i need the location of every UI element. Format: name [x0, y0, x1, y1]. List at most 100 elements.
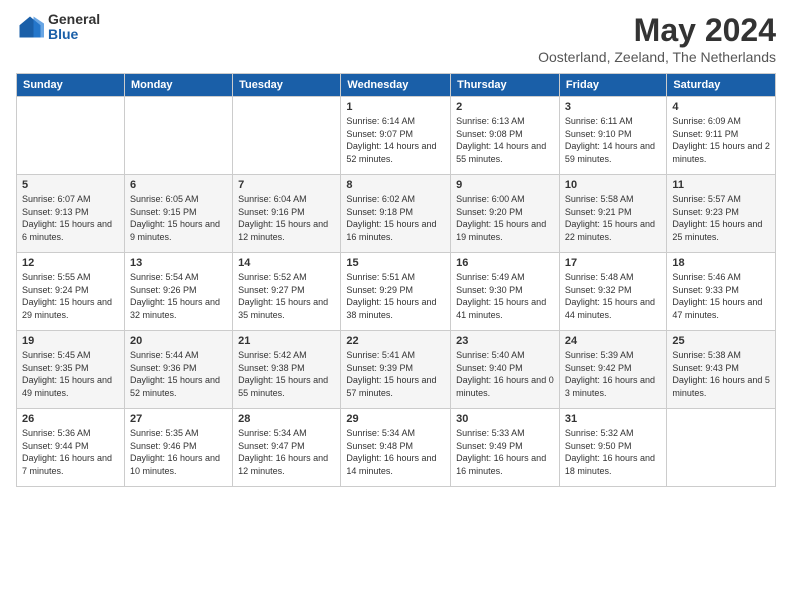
calendar-cell: [124, 97, 232, 175]
day-number: 3: [565, 101, 661, 113]
day-number: 25: [672, 335, 770, 347]
day-number: 24: [565, 335, 661, 347]
weekday-header: Thursday: [451, 74, 560, 97]
day-info: Sunrise: 5:58 AM Sunset: 9:21 PM Dayligh…: [565, 193, 661, 243]
weekday-header: Sunday: [17, 74, 125, 97]
calendar-cell: 21Sunrise: 5:42 AM Sunset: 9:38 PM Dayli…: [233, 331, 341, 409]
calendar-cell: 25 Sunrise: 5:38 AM Sunset: 9:43 PM Dayli…: [667, 331, 776, 409]
day-number: 10: [565, 179, 661, 191]
calendar-week-row: 19Sunrise: 5:45 AM Sunset: 9:35 PM Dayli…: [17, 331, 776, 409]
calendar-cell: 12 Sunrise: 5:55 AM Sunset: 9:24 PM Dayli…: [17, 253, 125, 331]
calendar-cell: 23 Sunrise: 5:40 AM Sunset: 9:40 PM Dayli…: [451, 331, 560, 409]
calendar-week-row: 1Sunrise: 6:14 AM Sunset: 9:07 PM Daylig…: [17, 97, 776, 175]
calendar-cell: 20 Sunrise: 5:44 AM Sunset: 9:36 PM Dayli…: [124, 331, 232, 409]
day-number: 12: [22, 257, 119, 269]
subtitle: Oosterland, Zeeland, The Netherlands: [538, 49, 776, 65]
calendar-week-row: 26 Sunrise: 5:36 AM Sunset: 9:44 PM Dayli…: [17, 409, 776, 487]
day-info: Sunrise: 5:55 AM Sunset: 9:24 PM Dayligh…: [22, 271, 119, 321]
day-number: 8: [346, 179, 445, 191]
calendar-cell: 11 Sunrise: 5:57 AM Sunset: 9:23 PM Dayli…: [667, 175, 776, 253]
calendar-cell: 6Sunrise: 6:05 AM Sunset: 9:15 PM Daylig…: [124, 175, 232, 253]
day-number: 7: [238, 179, 335, 191]
day-info: Sunrise: 6:02 AM Sunset: 9:18 PM Dayligh…: [346, 193, 445, 243]
day-info: Sunrise: 5:49 AM Sunset: 9:30 PM Dayligh…: [456, 271, 554, 321]
day-number: 31: [565, 413, 661, 425]
logo-blue-text: Blue: [48, 27, 100, 42]
day-info: Sunrise: 6:14 AM Sunset: 9:07 PM Dayligh…: [346, 115, 445, 165]
day-info: Sunrise: 5:34 AM Sunset: 9:48 PM Dayligh…: [346, 427, 445, 477]
day-info: Sunrise: 5:39 AM Sunset: 9:42 PM Dayligh…: [565, 349, 661, 399]
day-info: Sunrise: 5:45 AM Sunset: 9:35 PM Dayligh…: [22, 349, 119, 399]
calendar-cell: 15Sunrise: 5:51 AM Sunset: 9:29 PM Dayli…: [341, 253, 451, 331]
calendar-cell: [233, 97, 341, 175]
calendar-cell: 30Sunrise: 5:33 AM Sunset: 9:49 PM Dayli…: [451, 409, 560, 487]
calendar-cell: 17Sunrise: 5:48 AM Sunset: 9:32 PM Dayli…: [559, 253, 666, 331]
day-info: Sunrise: 5:40 AM Sunset: 9:40 PM Dayligh…: [456, 349, 554, 399]
calendar-header-row: SundayMondayTuesdayWednesdayThursdayFrid…: [17, 74, 776, 97]
day-info: Sunrise: 6:07 AM Sunset: 9:13 PM Dayligh…: [22, 193, 119, 243]
calendar-cell: 1Sunrise: 6:14 AM Sunset: 9:07 PM Daylig…: [341, 97, 451, 175]
calendar-cell: 16 Sunrise: 5:49 AM Sunset: 9:30 PM Dayli…: [451, 253, 560, 331]
day-info: Sunrise: 5:54 AM Sunset: 9:26 PM Dayligh…: [130, 271, 227, 321]
page: General Blue May 2024 Oosterland, Zeelan…: [0, 0, 792, 612]
day-number: 22: [346, 335, 445, 347]
day-info: Sunrise: 5:51 AM Sunset: 9:29 PM Dayligh…: [346, 271, 445, 321]
calendar-cell: 28Sunrise: 5:34 AM Sunset: 9:47 PM Dayli…: [233, 409, 341, 487]
calendar-cell: 8 Sunrise: 6:02 AM Sunset: 9:18 PM Daylig…: [341, 175, 451, 253]
calendar-week-row: 5 Sunrise: 6:07 AM Sunset: 9:13 PM Daylig…: [17, 175, 776, 253]
logo: General Blue: [16, 12, 100, 43]
day-info: Sunrise: 5:46 AM Sunset: 9:33 PM Dayligh…: [672, 271, 770, 321]
day-number: 13: [130, 257, 227, 269]
calendar-cell: 9Sunrise: 6:00 AM Sunset: 9:20 PM Daylig…: [451, 175, 560, 253]
calendar-cell: 24 Sunrise: 5:39 AM Sunset: 9:42 PM Dayli…: [559, 331, 666, 409]
weekday-header: Wednesday: [341, 74, 451, 97]
calendar-cell: 29Sunrise: 5:34 AM Sunset: 9:48 PM Dayli…: [341, 409, 451, 487]
title-section: May 2024 Oosterland, Zeeland, The Nether…: [538, 12, 776, 65]
calendar-cell: 2 Sunrise: 6:13 AM Sunset: 9:08 PM Daylig…: [451, 97, 560, 175]
calendar-cell: 4 Sunrise: 6:09 AM Sunset: 9:11 PM Daylig…: [667, 97, 776, 175]
day-info: Sunrise: 5:42 AM Sunset: 9:38 PM Dayligh…: [238, 349, 335, 399]
calendar-cell: 10 Sunrise: 5:58 AM Sunset: 9:21 PM Dayli…: [559, 175, 666, 253]
day-info: Sunrise: 5:52 AM Sunset: 9:27 PM Dayligh…: [238, 271, 335, 321]
day-number: 2: [456, 101, 554, 113]
day-number: 27: [130, 413, 227, 425]
day-number: 5: [22, 179, 119, 191]
day-number: 16: [456, 257, 554, 269]
day-info: Sunrise: 6:13 AM Sunset: 9:08 PM Dayligh…: [456, 115, 554, 165]
day-number: 30: [456, 413, 554, 425]
day-number: 18: [672, 257, 770, 269]
day-number: 4: [672, 101, 770, 113]
day-number: 6: [130, 179, 227, 191]
calendar-cell: 18 Sunrise: 5:46 AM Sunset: 9:33 PM Dayli…: [667, 253, 776, 331]
day-info: Sunrise: 5:44 AM Sunset: 9:36 PM Dayligh…: [130, 349, 227, 399]
day-number: 20: [130, 335, 227, 347]
calendar-cell: 27 Sunrise: 5:35 AM Sunset: 9:46 PM Dayli…: [124, 409, 232, 487]
day-number: 9: [456, 179, 554, 191]
day-info: Sunrise: 5:38 AM Sunset: 9:43 PM Dayligh…: [672, 349, 770, 399]
day-info: Sunrise: 5:57 AM Sunset: 9:23 PM Dayligh…: [672, 193, 770, 243]
weekday-header: Friday: [559, 74, 666, 97]
day-info: Sunrise: 5:32 AM Sunset: 9:50 PM Dayligh…: [565, 427, 661, 477]
calendar-cell: 5 Sunrise: 6:07 AM Sunset: 9:13 PM Daylig…: [17, 175, 125, 253]
day-info: Sunrise: 5:35 AM Sunset: 9:46 PM Dayligh…: [130, 427, 227, 477]
logo-icon: [16, 13, 44, 41]
calendar-cell: 3 Sunrise: 6:11 AM Sunset: 9:10 PM Daylig…: [559, 97, 666, 175]
weekday-header: Monday: [124, 74, 232, 97]
day-number: 26: [22, 413, 119, 425]
day-number: 23: [456, 335, 554, 347]
calendar-cell: 14 Sunrise: 5:52 AM Sunset: 9:27 PM Dayli…: [233, 253, 341, 331]
day-number: 11: [672, 179, 770, 191]
day-info: Sunrise: 6:04 AM Sunset: 9:16 PM Dayligh…: [238, 193, 335, 243]
day-info: Sunrise: 5:36 AM Sunset: 9:44 PM Dayligh…: [22, 427, 119, 477]
day-number: 14: [238, 257, 335, 269]
weekday-header: Saturday: [667, 74, 776, 97]
calendar-cell: 13 Sunrise: 5:54 AM Sunset: 9:26 PM Dayli…: [124, 253, 232, 331]
calendar-cell: [667, 409, 776, 487]
calendar-cell: 19Sunrise: 5:45 AM Sunset: 9:35 PM Dayli…: [17, 331, 125, 409]
day-info: Sunrise: 6:09 AM Sunset: 9:11 PM Dayligh…: [672, 115, 770, 165]
calendar-cell: 31 Sunrise: 5:32 AM Sunset: 9:50 PM Dayli…: [559, 409, 666, 487]
calendar-cell: [17, 97, 125, 175]
header: General Blue May 2024 Oosterland, Zeelan…: [16, 12, 776, 65]
day-info: Sunrise: 6:11 AM Sunset: 9:10 PM Dayligh…: [565, 115, 661, 165]
day-number: 17: [565, 257, 661, 269]
